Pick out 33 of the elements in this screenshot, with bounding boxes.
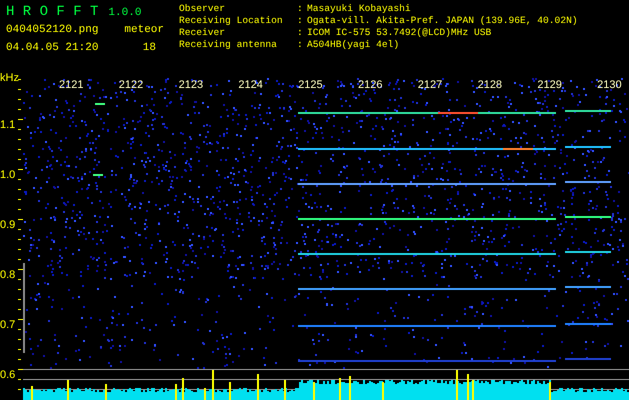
info-label: Receiving Location [179,15,284,27]
x-axis-label: 2122 [118,79,144,91]
y-axis-label: 0.6 [0,368,16,383]
y-axis-label: 0.7 [0,318,16,333]
axis-unit: kHz [0,73,18,86]
x-axis-label: 2128 [478,79,504,91]
info-separator: : [297,15,304,27]
x-axis-label: 2130 [597,79,623,91]
meteor-label: meteor [124,23,164,38]
x-axis-label: 2125 [298,79,324,91]
y-axis-label: 0.9 [0,218,16,233]
x-axis-label: 2129 [537,79,563,91]
info-value: A504HB(yagi 4el) [307,39,400,51]
app-name: H R O F F T [6,4,98,20]
date-time: 04.04.05 21:20 [6,41,98,56]
info-label: Observer [179,3,226,15]
info-value: ICOM IC-575 53.7492(@LCD)MHz USB [307,27,492,39]
info-value: Masayuki Kobayashi [307,3,412,15]
y-axis-label: 0.8 [0,268,16,283]
info-value: Ogata-vill. Akita-Pref. JAPAN (139.96E, 40.02N) [307,15,578,27]
y-axis-label: 1.0 [0,168,16,183]
info-label: Receiver [179,27,226,39]
x-axis-label: 2123 [178,79,204,91]
x-axis-label: 2124 [238,79,264,91]
meteor-count: 18 [142,41,157,56]
info-separator: : [297,39,304,51]
info-label: Receiving antenna [179,39,278,51]
x-axis-label: 2121 [59,79,84,91]
info-separator: : [297,3,304,15]
y-axis-label: 1.1 [0,118,16,133]
file-name: 0404052120.png [6,23,98,38]
info-separator: : [297,27,304,39]
app-version: 1.0.0 [108,7,142,19]
